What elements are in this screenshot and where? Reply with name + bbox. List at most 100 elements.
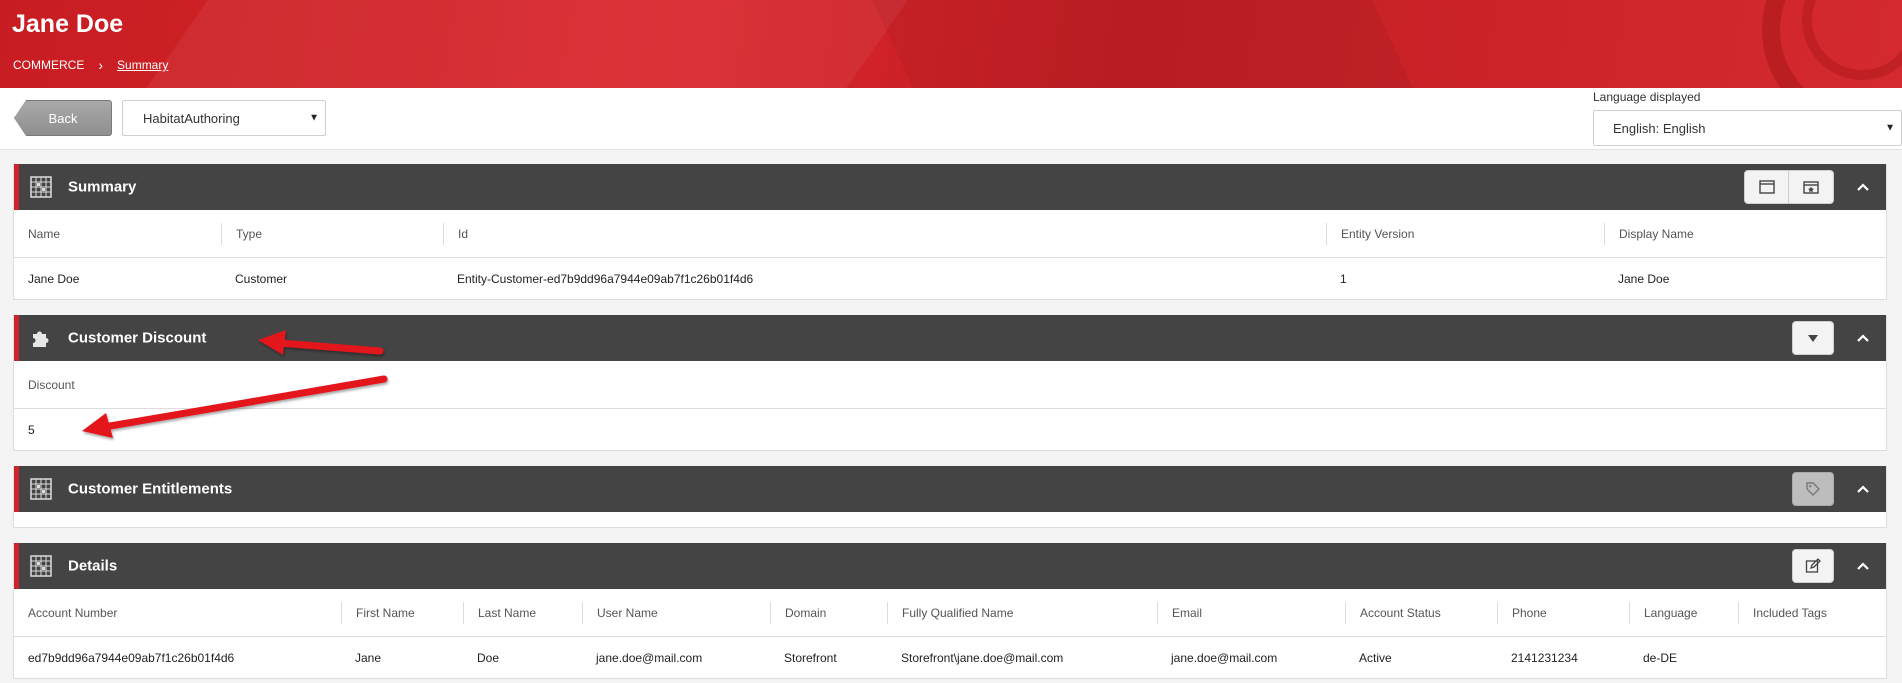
table-cell: Storefront\jane.doe@mail.com [901,651,1064,665]
discount-dropdown-button[interactable] [1792,321,1834,355]
table-cell: jane.doe@mail.com [596,651,703,665]
table-row: 5 [14,409,1886,451]
language-label: Language displayed [1593,90,1701,104]
summary-view-buttons [1744,170,1834,204]
customer-entitlements-panel-header: Customer Entitlements [14,466,1886,512]
breadcrumb-commerce[interactable]: COMMERCE [13,58,84,72]
table-row: ed7b9dd96a7944e09ab7f1c26b01f4d6 Jane Do… [14,637,1886,679]
column-header: First Name [341,602,415,624]
chevron-up-icon [1857,183,1869,191]
page-title: Jane Doe [12,10,124,38]
table-cell [1738,637,1752,679]
table-cell: de-DE [1643,651,1678,665]
calendar-star-icon [1803,181,1819,194]
table-cell: Doe [477,651,500,665]
language-select-value: English: English [1613,120,1706,136]
catalog-select[interactable]: HabitatAuthoring ▼ [122,100,326,136]
customer-entitlements-collapse-button[interactable] [1840,466,1886,512]
table-header-row: Name Type Id Entity Version Display Name [14,210,1886,258]
customer-discount-buttons [1792,321,1834,355]
table-cell: Entity-Customer-ed7b9dd96a7944e09ab7f1c2… [457,272,754,286]
toolbar: Back HabitatAuthoring ▼ Language display… [0,88,1902,150]
table-cell: Jane [355,651,382,665]
dropdown-caret-icon: ▼ [1885,122,1895,134]
table-header-row: Account Number First Name Last Name User… [14,589,1886,637]
edit-icon [1805,558,1821,573]
details-buttons [1792,549,1834,583]
table-cell: Jane Doe [28,272,80,286]
column-header: Account Status [1345,602,1441,624]
summary-panel-actions [1744,164,1886,210]
details-panel-title: Details [68,557,118,575]
column-header: Phone [1497,602,1547,624]
breadcrumb-separator: › [98,57,104,73]
grid-icon [30,555,52,577]
customer-discount-panel-actions [1792,315,1886,361]
calendar-view-button[interactable] [1789,170,1834,204]
customer-entitlements-panel-title: Customer Entitlements [68,480,233,498]
customer-discount-panel-header: Customer Discount [14,315,1886,361]
column-header: Discount [28,377,75,392]
back-button[interactable]: Back [14,100,112,136]
table-cell: ed7b9dd96a7944e09ab7f1c26b01f4d6 [28,651,235,665]
summary-panel: Summary Name Type Id Entity Version Disp… [13,164,1887,300]
summary-collapse-button[interactable] [1840,164,1886,210]
column-header: Email [1157,602,1202,624]
customer-discount-collapse-button[interactable] [1840,315,1886,361]
summary-table: Name Type Id Entity Version Display Name… [14,210,1886,300]
puzzle-icon [33,331,49,347]
chevron-up-icon [1857,485,1869,493]
entitlements-tag-button[interactable] [1792,472,1834,506]
table-cell: Active [1359,651,1392,665]
column-header: Domain [770,602,826,624]
customer-discount-panel: Customer Discount Discount 5 [13,315,1887,451]
window-view-button[interactable] [1744,170,1789,204]
customer-entitlements-panel-actions [1792,466,1886,512]
table-cell: 1 [1340,272,1347,286]
column-header: Name [28,226,61,241]
column-header: Display Name [1604,223,1694,245]
tag-icon [1806,482,1820,496]
summary-panel-title: Summary [68,178,137,196]
chevron-up-icon [1857,334,1869,342]
window-icon [1758,180,1775,194]
details-table: Account Number First Name Last Name User… [14,589,1886,679]
chevron-down-icon [1808,334,1818,342]
breadcrumb-summary[interactable]: Summary [117,58,168,72]
column-header: Account Number [28,605,118,620]
details-panel-actions [1792,543,1886,589]
table-header-row: Discount [14,361,1886,409]
customer-discount-table: Discount 5 [14,361,1886,451]
details-panel: Details Account Number First Name Last N… [13,543,1887,679]
column-header: Entity Version [1326,223,1414,245]
table-cell: 2141231234 [1511,651,1578,665]
table-row: Jane Doe Customer Entity-Customer-ed7b9d… [14,258,1886,300]
catalog-select-value: HabitatAuthoring [143,110,240,126]
column-header: Id [443,223,468,245]
table-cell: Storefront [784,651,837,665]
summary-panel-header: Summary [14,164,1886,210]
grid-icon [30,176,52,198]
customer-entitlements-panel: Customer Entitlements [13,466,1887,528]
breadcrumb: COMMERCE › Summary [13,57,168,73]
table-cell: Customer [235,272,288,286]
dropdown-caret-icon: ▼ [309,112,319,124]
column-header: Included Tags [1738,602,1827,624]
language-select[interactable]: English: English ▼ [1593,110,1902,146]
table-cell: 5 [28,423,35,437]
column-header: Last Name [463,602,536,624]
grid-icon [30,478,52,500]
details-edit-button[interactable] [1792,549,1834,583]
column-header: Fully Qualified Name [887,602,1013,624]
customer-entitlements-buttons [1792,472,1834,506]
table-cell: Jane Doe [1618,272,1670,286]
column-header: Language [1629,602,1697,624]
table-cell: jane.doe@mail.com [1171,651,1278,665]
details-collapse-button[interactable] [1840,543,1886,589]
details-panel-header: Details [14,543,1886,589]
header-decoration [109,0,951,88]
page-header: Jane Doe COMMERCE › Summary [0,0,1902,88]
customer-discount-panel-title: Customer Discount [68,329,207,347]
column-header: User Name [582,602,658,624]
header-decoration [853,0,1447,88]
